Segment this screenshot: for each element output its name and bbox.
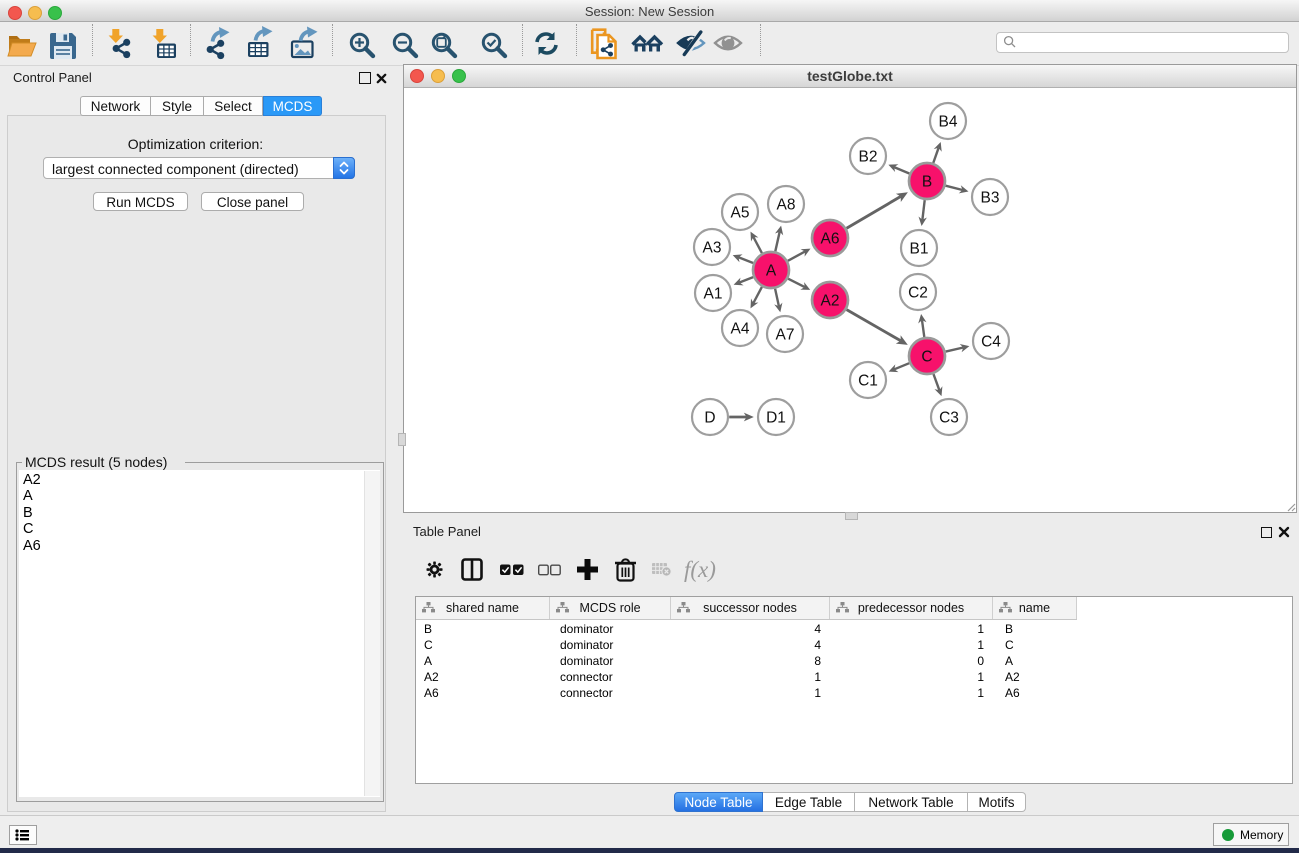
svg-text:C1: C1: [858, 372, 878, 389]
svg-text:A8: A8: [777, 196, 796, 213]
svg-text:B2: B2: [859, 148, 878, 165]
svg-text:A3: A3: [703, 239, 722, 256]
svg-text:A2: A2: [821, 292, 840, 309]
svg-text:A4: A4: [731, 320, 750, 337]
svg-text:A5: A5: [731, 204, 750, 221]
svg-text:B: B: [922, 173, 932, 190]
svg-text:B1: B1: [910, 240, 929, 257]
svg-text:B3: B3: [981, 189, 1000, 206]
svg-text:A6: A6: [821, 230, 840, 247]
svg-text:f(x): f(x): [684, 557, 716, 582]
svg-text:D: D: [704, 409, 715, 426]
svg-text:C2: C2: [908, 284, 928, 301]
svg-text:A: A: [766, 262, 777, 279]
svg-text:C3: C3: [939, 409, 959, 426]
svg-text:B4: B4: [939, 113, 958, 130]
svg-text:C4: C4: [981, 333, 1001, 350]
svg-text:A7: A7: [776, 326, 795, 343]
svg-text:A1: A1: [704, 285, 723, 302]
svg-text:D1: D1: [766, 409, 786, 426]
svg-text:C: C: [921, 348, 932, 365]
